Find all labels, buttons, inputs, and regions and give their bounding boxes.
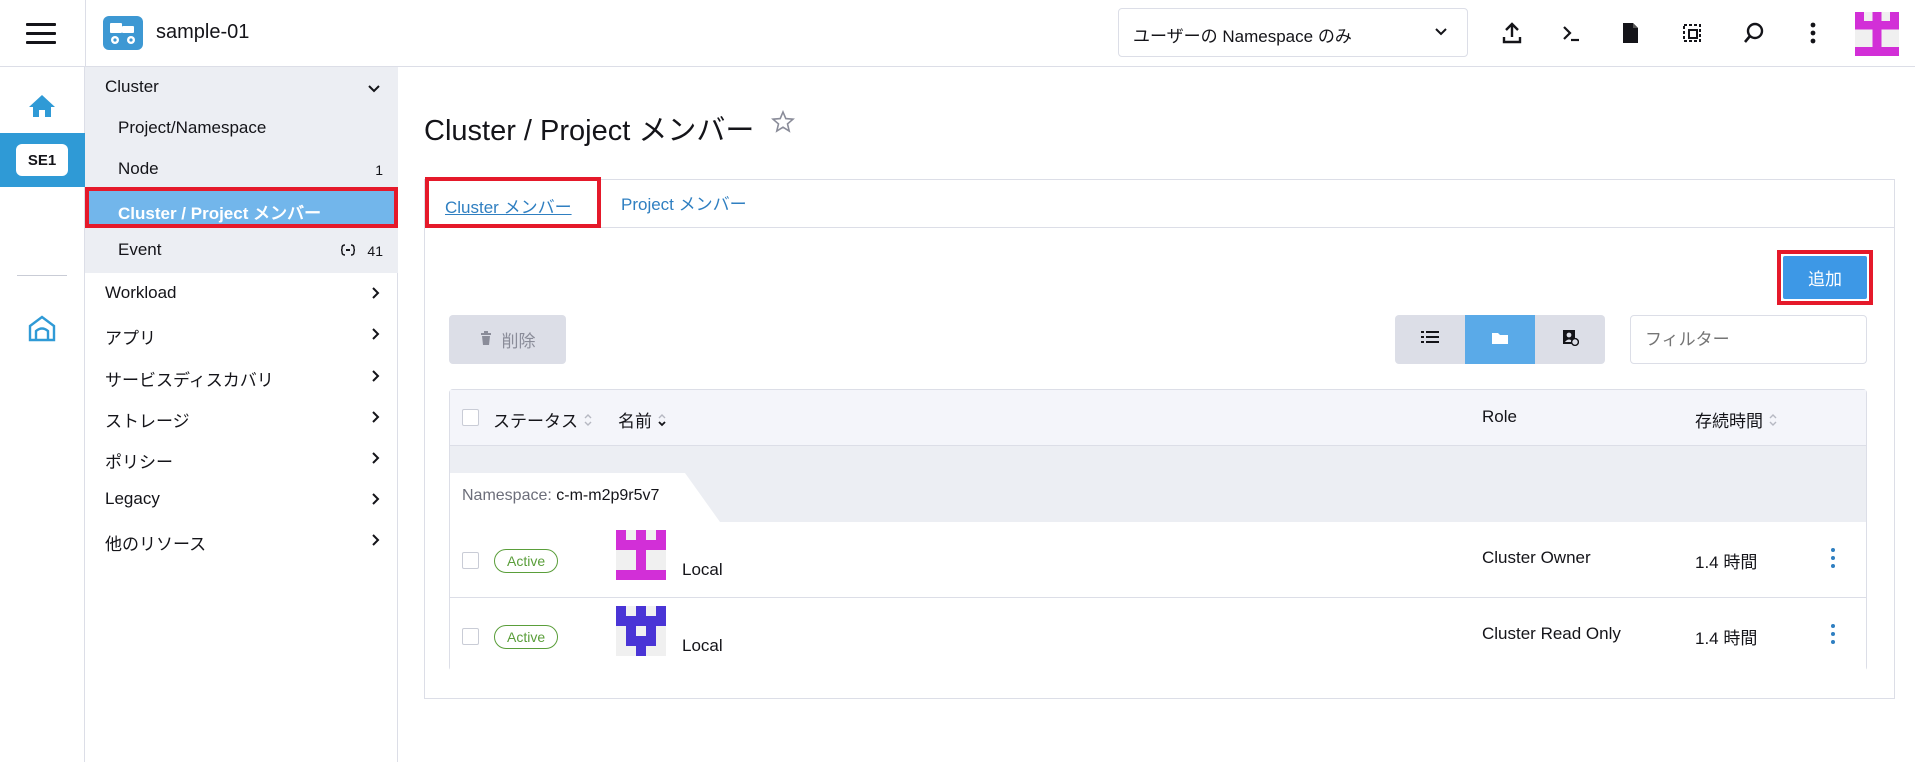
row-checkbox[interactable] [462, 628, 479, 645]
chevron-right-icon [371, 533, 381, 552]
nav-item-project-namespace[interactable]: Project/Namespace [118, 118, 266, 138]
menu-icon[interactable] [26, 20, 56, 46]
namespace-group-tab: Namespace: c-m-m2p9r5v7 [450, 473, 720, 522]
status-badge: Active [494, 549, 559, 573]
trash-icon [480, 330, 492, 350]
chevron-right-icon [371, 492, 381, 511]
nav-item-more-resources[interactable]: 他のリソース [105, 530, 206, 555]
cluster-logo-icon [103, 16, 143, 50]
chevron-down-icon[interactable] [367, 81, 381, 99]
sort-icon [1769, 414, 1777, 426]
filter-input[interactable] [1630, 315, 1867, 364]
delete-button-label: 削除 [501, 332, 536, 351]
column-header-label: 名前 [618, 412, 652, 431]
user-avatar[interactable] [1855, 12, 1899, 56]
chevron-right-icon [371, 410, 381, 429]
side-navigation: Cluster Project/Namespace Node 1 Cluster… [85, 67, 398, 762]
nav-item-workload[interactable]: Workload [105, 283, 177, 303]
user-avatar [616, 606, 666, 656]
nav-item-event[interactable]: Event [118, 240, 161, 260]
nav-item-storage[interactable]: ストレージ [105, 407, 190, 432]
members-table: ステータス 名前 Role 存続時間 Namespace: c-m-m2p9r5… [449, 389, 1867, 674]
group-by-namespace-view-button[interactable] [1465, 315, 1535, 364]
row-actions-icon[interactable] [1831, 624, 1835, 648]
namespace-filter-select[interactable]: ユーザーの Namespace のみ [1118, 8, 1468, 57]
column-header-name[interactable]: 名前 [618, 407, 667, 432]
list-icon [1421, 330, 1439, 349]
view-mode-toggle [1395, 315, 1606, 364]
namespace-prefix: Namespace: [462, 487, 557, 504]
page-title: Cluster / Project メンバー [424, 115, 755, 147]
user-avatar [616, 530, 666, 580]
tab-project-members[interactable]: Project メンバー [621, 190, 747, 215]
namespace-value: c-m-m2p9r5v7 [556, 487, 660, 504]
tab-cluster-members[interactable]: Cluster メンバー [425, 177, 601, 228]
nav-item-service-discovery[interactable]: サービスディスカバリ [105, 366, 274, 391]
select-all-checkbox[interactable] [462, 409, 479, 426]
nav-item-cluster-project-members[interactable]: Cluster / Project メンバー [85, 187, 398, 228]
chevron-right-icon [371, 369, 381, 388]
folder-icon [1492, 331, 1508, 349]
namespace-group-row: Namespace: c-m-m2p9r5v7 [450, 446, 1866, 522]
nav-group-cluster[interactable]: Cluster [105, 77, 159, 97]
namespace-group-label: Namespace: c-m-m2p9r5v7 [462, 487, 659, 505]
cluster-badge[interactable]: SE1 [16, 144, 68, 176]
kubectl-shell-icon[interactable] [1558, 20, 1584, 46]
favorite-star-icon[interactable] [771, 109, 795, 139]
tab-bar: Cluster メンバー Project メンバー [425, 177, 1894, 228]
node-count: 1 [375, 162, 383, 178]
table-header: ステータス 名前 Role 存続時間 [450, 390, 1866, 446]
member-age: 1.4 時間 [1695, 629, 1758, 648]
member-role: Cluster Owner [1482, 548, 1591, 567]
import-yaml-icon[interactable] [1499, 20, 1525, 46]
more-vertical-icon[interactable] [1800, 20, 1826, 46]
kubeconfig-file-icon[interactable] [1617, 20, 1643, 46]
sort-icon [584, 414, 592, 426]
flat-list-view-button[interactable] [1395, 315, 1465, 364]
column-header-label: ステータス [493, 412, 578, 431]
chevron-down-icon [1433, 23, 1449, 44]
add-button[interactable]: 追加 [1777, 250, 1873, 305]
row-checkbox[interactable] [462, 552, 479, 569]
sort-down-icon [658, 414, 666, 427]
chevron-right-icon [371, 327, 381, 346]
namespaced-icon [340, 243, 356, 262]
status-badge: Active [494, 625, 559, 649]
nav-item-policy[interactable]: ポリシー [105, 448, 173, 473]
namespace-filter-value: ユーザーの Namespace のみ [1133, 27, 1352, 46]
delete-button[interactable]: 削除 [449, 315, 566, 364]
member-name[interactable]: Local [682, 560, 723, 580]
extensions-icon[interactable] [27, 314, 57, 347]
home-icon[interactable] [27, 93, 57, 124]
column-header-label: 存続時間 [1695, 412, 1763, 431]
event-count: 41 [367, 243, 383, 259]
row-actions-icon[interactable] [1831, 548, 1835, 572]
nav-item-node[interactable]: Node [118, 159, 159, 179]
member-role: Cluster Read Only [1482, 624, 1621, 643]
chevron-right-icon [371, 286, 381, 305]
table-row: Active Local Cluster Read Only 1.4 時間 [450, 598, 1866, 674]
nav-item-legacy[interactable]: Legacy [105, 489, 160, 509]
chevron-right-icon [371, 451, 381, 470]
cluster-rail: SE1 [0, 67, 85, 762]
nav-item-label: Cluster / Project メンバー [118, 204, 322, 223]
header-divider [85, 0, 86, 67]
add-button-label: 追加 [1783, 256, 1867, 299]
column-header-status[interactable]: ステータス [493, 407, 593, 432]
column-header-age[interactable]: 存続時間 [1695, 407, 1778, 432]
top-header: sample-01 ユーザーの Namespace のみ [0, 0, 1915, 67]
tab-label: Cluster メンバー [445, 198, 572, 217]
cluster-name: sample-01 [156, 21, 250, 43]
rail-divider [17, 275, 67, 276]
user-badge-icon [1561, 328, 1580, 351]
nav-item-apps[interactable]: アプリ [105, 324, 156, 349]
member-age: 1.4 時間 [1695, 553, 1758, 572]
column-header-role: Role [1482, 407, 1517, 426]
search-icon[interactable] [1741, 20, 1767, 46]
group-by-role-view-button[interactable] [1535, 315, 1605, 364]
member-name[interactable]: Local [682, 636, 723, 656]
table-row: Active Local Cluster Owner 1.4 時間 [450, 522, 1866, 598]
copy-kubeconfig-icon[interactable] [1679, 20, 1705, 46]
